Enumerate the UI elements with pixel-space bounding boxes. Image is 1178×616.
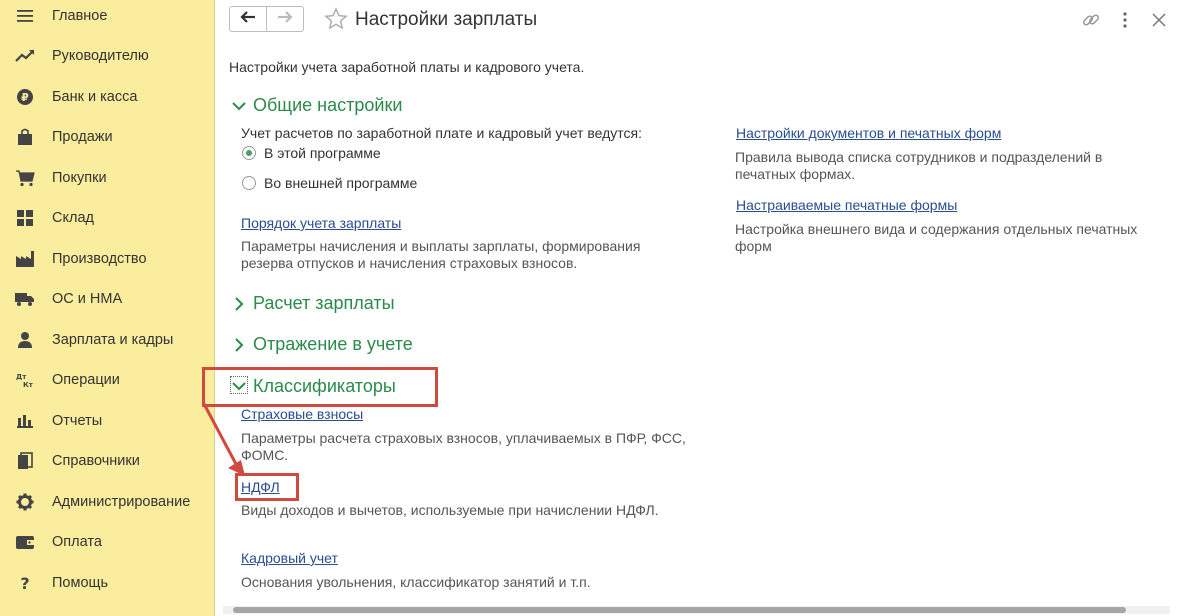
chevron-down-icon[interactable] bbox=[230, 97, 248, 115]
sidebar-item-label: Оплата bbox=[52, 534, 102, 550]
sidebar-item-assets[interactable]: ОС и НМА bbox=[0, 279, 214, 319]
svg-text:Дт: Дт bbox=[16, 373, 27, 381]
print-forms-link[interactable]: Настраиваемые печатные формы bbox=[736, 197, 957, 213]
sidebar-item-bank[interactable]: ₽ Банк и касса bbox=[0, 77, 214, 117]
more-menu-icon[interactable] bbox=[1117, 10, 1133, 35]
sidebar-item-label: Руководителю bbox=[52, 48, 149, 64]
arrow-left-icon bbox=[239, 10, 257, 29]
ndfl-desc: Виды доходов и вычетов, используемые при… bbox=[241, 502, 659, 518]
sidebar-item-main[interactable]: Главное bbox=[0, 0, 214, 36]
main-content: Настройки зарплаты Настройки учета зараб… bbox=[201, 0, 1178, 616]
back-button[interactable] bbox=[229, 6, 267, 32]
sidebar-item-label: Склад bbox=[52, 210, 94, 226]
sidebar-item-references[interactable]: Справочники bbox=[0, 441, 214, 481]
print-forms-desc: Настройка внешнего вида и содержания отд… bbox=[735, 221, 1138, 254]
intro-text: Настройки учета заработной платы и кадро… bbox=[229, 59, 585, 75]
docs-settings-desc: Правила вывода списка сотрудников и подр… bbox=[735, 149, 1103, 182]
truck-icon bbox=[14, 288, 36, 310]
warehouse-icon bbox=[14, 207, 36, 229]
hr-accounting-desc: Основания увольнения, классификатор заня… bbox=[241, 574, 591, 590]
svg-text:₽: ₽ bbox=[21, 91, 29, 104]
radio-this-program[interactable] bbox=[242, 146, 256, 160]
radio-label-this-program: В этой программе bbox=[264, 145, 381, 161]
menu-icon bbox=[14, 5, 36, 27]
annotation-arrow-icon bbox=[201, 401, 245, 476]
horizontal-scrollbar[interactable] bbox=[223, 606, 1170, 614]
sidebar-item-label: ОС и НМА bbox=[52, 291, 123, 307]
bag-icon bbox=[14, 126, 36, 148]
sidebar-item-label: Покупки bbox=[52, 170, 107, 186]
sidebar-item-label: Помощь bbox=[52, 575, 109, 591]
sidebar-item-admin[interactable]: Администрирование bbox=[0, 482, 214, 522]
section-general-title[interactable]: Общие настройки bbox=[253, 95, 402, 116]
sidebar-item-label: Администрирование bbox=[52, 494, 191, 510]
ruble-icon: ₽ bbox=[14, 86, 36, 108]
sidebar-item-purchases[interactable]: Покупки bbox=[0, 158, 214, 198]
hr-accounting-link[interactable]: Кадровый учет bbox=[241, 550, 338, 566]
scrollbar-thumb[interactable] bbox=[233, 607, 1126, 613]
dt-kt-icon: Дт Кт bbox=[14, 369, 36, 391]
forward-button[interactable] bbox=[266, 6, 304, 32]
sidebar-item-operations[interactable]: Дт Кт Операции bbox=[0, 360, 214, 400]
wallet-icon bbox=[14, 531, 36, 553]
close-icon[interactable] bbox=[1150, 11, 1168, 34]
sidebar-item-help[interactable]: ? Помощь bbox=[0, 563, 214, 603]
section-reflection-title[interactable]: Отражение в учете bbox=[253, 334, 413, 355]
trend-icon bbox=[14, 45, 36, 67]
gear-icon bbox=[14, 491, 36, 513]
chevron-right-icon[interactable] bbox=[230, 336, 248, 354]
section-payroll-title[interactable]: Расчет зарплаты bbox=[253, 293, 395, 314]
chevron-right-icon[interactable] bbox=[230, 295, 248, 313]
sidebar-item-reports[interactable]: Отчеты bbox=[0, 401, 214, 441]
person-icon bbox=[14, 329, 36, 351]
page-title: Настройки зарплаты bbox=[355, 9, 538, 30]
svg-text:Кт: Кт bbox=[23, 381, 34, 389]
sidebar-item-label: Отчеты bbox=[52, 413, 103, 429]
factory-icon bbox=[14, 248, 36, 270]
accounting-question: Учет расчетов по заработной плате и кадр… bbox=[241, 125, 642, 141]
salary-order-desc: Параметры начисления и выплаты зарплаты,… bbox=[241, 238, 641, 271]
sidebar-item-label: Продажи bbox=[52, 129, 113, 145]
sidebar-item-production[interactable]: Производство bbox=[0, 239, 214, 279]
sidebar-item-payment[interactable]: Оплата bbox=[0, 522, 214, 562]
sidebar-item-warehouse[interactable]: Склад bbox=[0, 198, 214, 238]
favorite-star-icon[interactable] bbox=[324, 7, 348, 36]
link-icon[interactable] bbox=[1081, 10, 1101, 35]
sidebar-item-director[interactable]: Руководителю bbox=[0, 36, 214, 76]
radio-external-program[interactable] bbox=[242, 176, 256, 190]
sidebar-item-salary[interactable]: Зарплата и кадры bbox=[0, 320, 214, 360]
docs-settings-link[interactable]: Настройки документов и печатных форм bbox=[736, 125, 1001, 141]
sidebar-item-sales[interactable]: Продажи bbox=[0, 117, 214, 157]
sidebar: Главное Руководителю ₽ Банк и касса Прод… bbox=[0, 0, 215, 616]
sidebar-item-label: Банк и касса bbox=[52, 89, 138, 105]
sidebar-item-label: Зарплата и кадры bbox=[52, 332, 174, 348]
sidebar-item-label: Операции bbox=[52, 372, 120, 388]
bar-chart-icon bbox=[14, 410, 36, 432]
cart-icon bbox=[14, 167, 36, 189]
insurance-desc: Параметры расчета страховых взносов, упл… bbox=[241, 430, 686, 463]
salary-order-link[interactable]: Порядок учета зарплаты bbox=[241, 215, 401, 231]
radio-label-external-program: Во внешней программе bbox=[264, 175, 418, 191]
sidebar-item-label: Главное bbox=[52, 8, 108, 24]
sidebar-item-label: Справочники bbox=[52, 453, 140, 469]
arrow-right-icon bbox=[276, 10, 294, 29]
sidebar-item-label: Производство bbox=[52, 251, 147, 267]
books-icon bbox=[14, 450, 36, 472]
question-icon: ? bbox=[20, 573, 30, 593]
